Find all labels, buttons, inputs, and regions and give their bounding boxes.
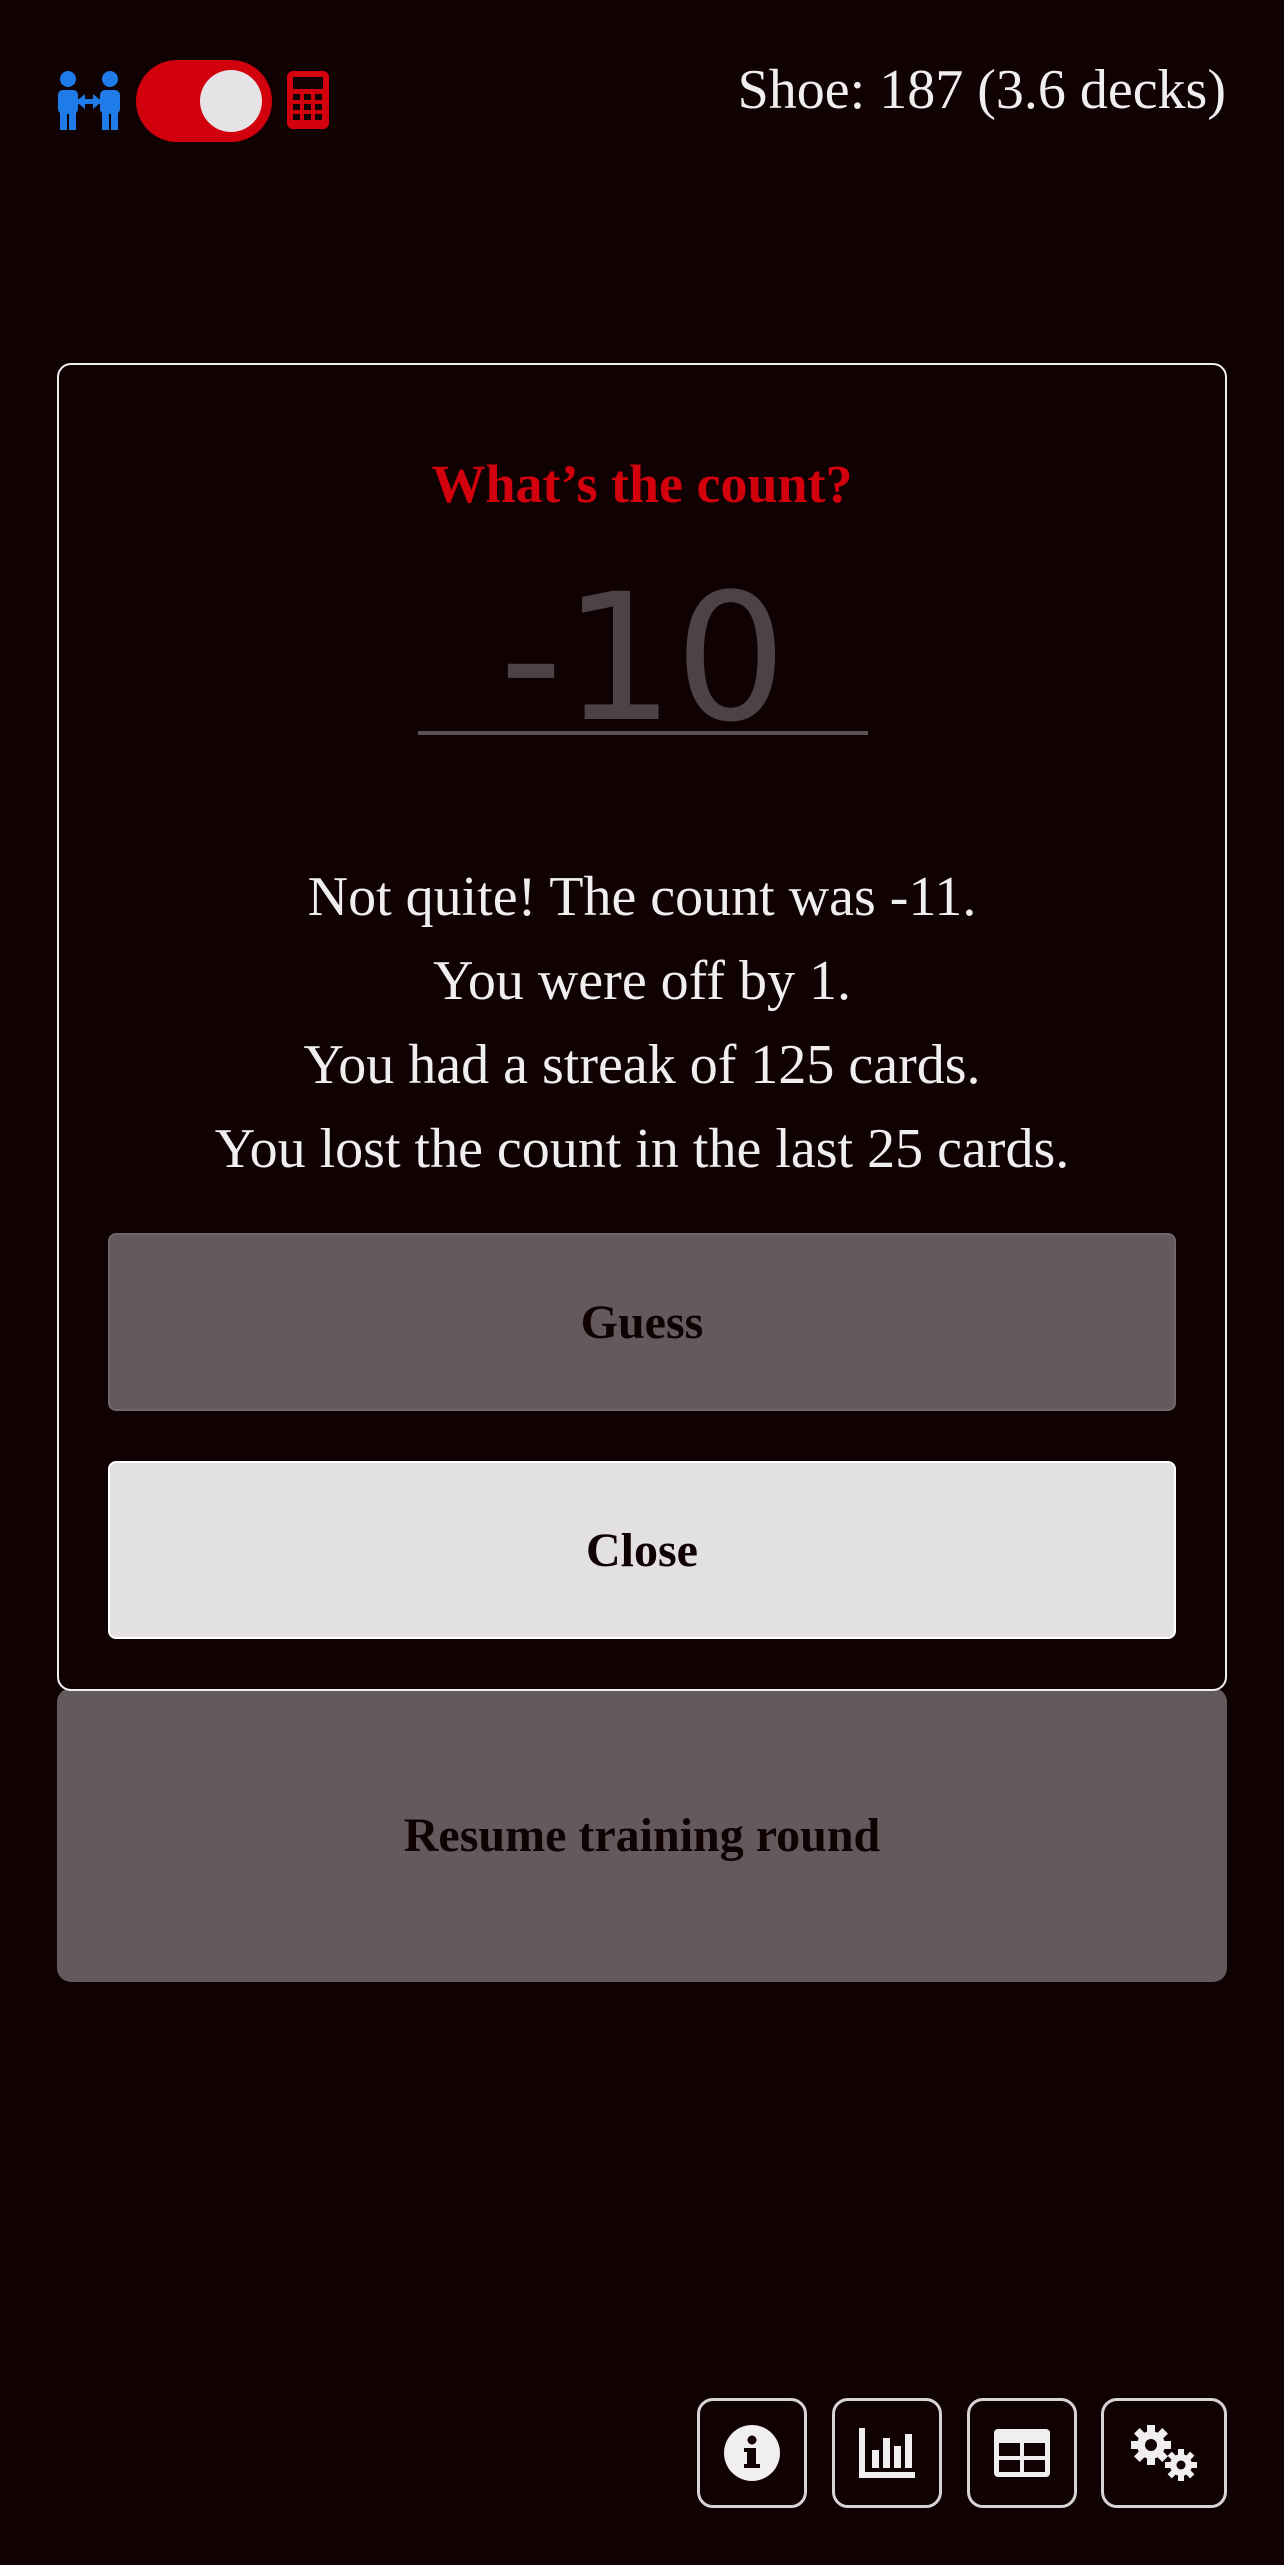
settings-gears-icon: [1131, 2425, 1197, 2481]
feedback-message: Not quite! The count was -11. You were o…: [59, 855, 1225, 1191]
settings-button[interactable]: [1101, 2398, 1227, 2508]
strategy-table-button[interactable]: [967, 2398, 1077, 2508]
count-guess-dialog: What’s the count? Not quite! The count w…: [57, 363, 1227, 1691]
shoe-status: Shoe: 187 (3.6 decks): [737, 59, 1226, 121]
bar-chart-icon: [859, 2428, 915, 2478]
players-swap-icon[interactable]: [56, 70, 122, 130]
feedback-line: You had a streak of 125 cards.: [303, 1034, 981, 1096]
toggle-knob: [200, 70, 262, 132]
dialog-title: What’s the count?: [431, 454, 853, 514]
feedback-line: You were off by 1.: [433, 950, 851, 1012]
stats-button[interactable]: [832, 2398, 942, 2508]
resume-training-button[interactable]: Resume training round: [57, 1688, 1227, 1982]
mode-toggle[interactable]: [136, 60, 272, 142]
guess-button[interactable]: Guess: [108, 1233, 1176, 1411]
info-button[interactable]: [697, 2398, 807, 2508]
feedback-line: Not quite! The count was -11.: [307, 866, 977, 928]
close-button[interactable]: Close: [108, 1461, 1176, 1639]
feedback-line: You lost the count in the last 25 cards.: [214, 1118, 1070, 1180]
app-screen: Shoe: 187 (3.6 decks) What’s the count? …: [0, 0, 1284, 2565]
calculator-icon[interactable]: [286, 70, 330, 130]
count-input[interactable]: [418, 585, 868, 735]
info-icon: [724, 2425, 780, 2481]
table-icon: [994, 2429, 1050, 2477]
